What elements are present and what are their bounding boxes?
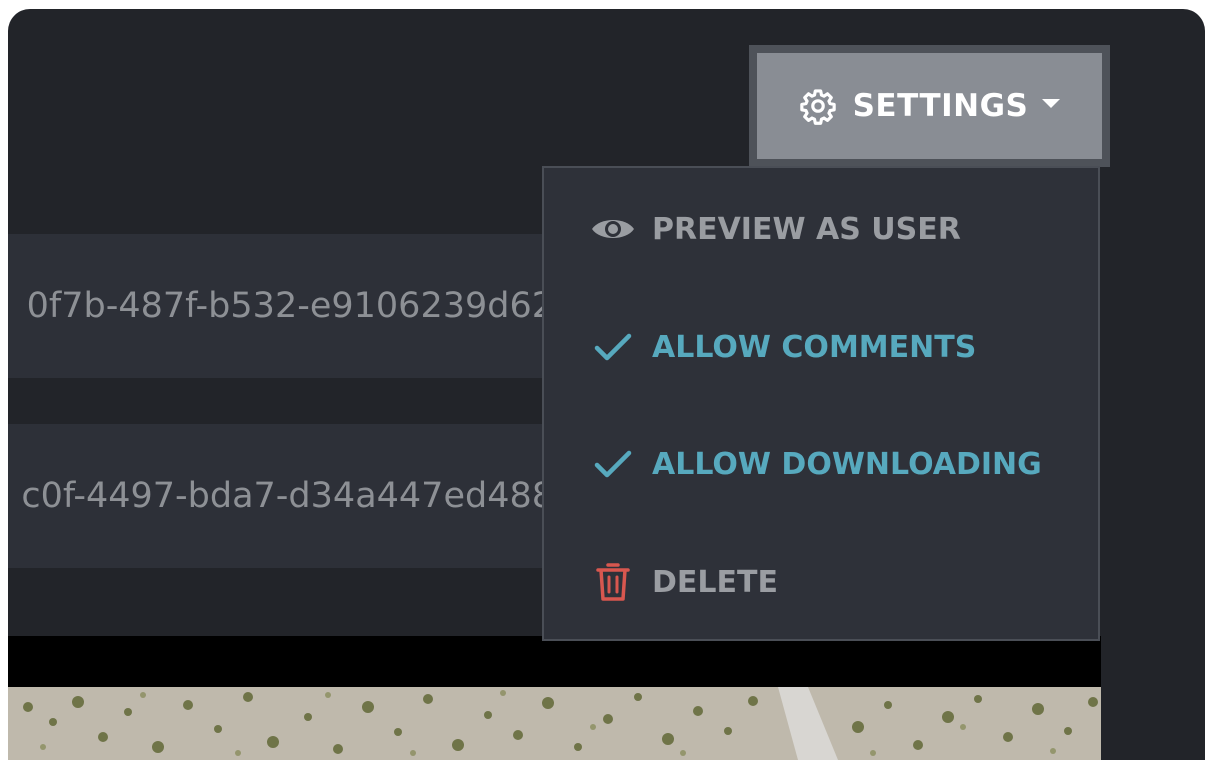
share-id-text: 0f7b-487f-b532-e9106239d62: [26, 286, 554, 326]
settings-dropdown-menu: PREVIEW AS USER ALLOW COMMENTS ALLOW DOW…: [542, 166, 1100, 641]
video-letterbox: [8, 636, 1101, 687]
settings-button[interactable]: SETTINGS: [749, 45, 1110, 167]
menu-item-preview-as-user[interactable]: PREVIEW AS USER: [590, 199, 961, 259]
eye-icon: [590, 209, 636, 249]
menu-item-allow-downloading[interactable]: ALLOW DOWNLOADING: [590, 434, 1042, 494]
share-id-field[interactable]: c0f-4497-bda7-d34a447ed488: [8, 424, 568, 568]
settings-button-label: SETTINGS: [852, 88, 1029, 124]
desert-landscape-image: [8, 687, 1101, 760]
menu-item-label: ALLOW DOWNLOADING: [652, 446, 1042, 482]
menu-item-delete[interactable]: DELETE: [590, 552, 778, 612]
checkmark-icon: [590, 444, 636, 484]
trash-icon: [590, 562, 636, 602]
video-thumbnail[interactable]: [8, 687, 1101, 760]
caret-down-icon: [1042, 98, 1061, 108]
menu-item-label: ALLOW COMMENTS: [652, 329, 977, 365]
menu-item-label: PREVIEW AS USER: [652, 211, 961, 247]
checkmark-icon: [590, 327, 636, 367]
menu-item-allow-comments[interactable]: ALLOW COMMENTS: [590, 317, 976, 377]
share-id-field[interactable]: 0f7b-487f-b532-e9106239d62: [8, 234, 568, 378]
share-id-text: c0f-4497-bda7-d34a447ed488: [21, 476, 554, 516]
menu-item-label: DELETE: [652, 564, 778, 600]
gear-icon: [799, 89, 836, 125]
app-window: 0f7b-487f-b532-e9106239d62 c0f-4497-bda7…: [8, 9, 1205, 760]
